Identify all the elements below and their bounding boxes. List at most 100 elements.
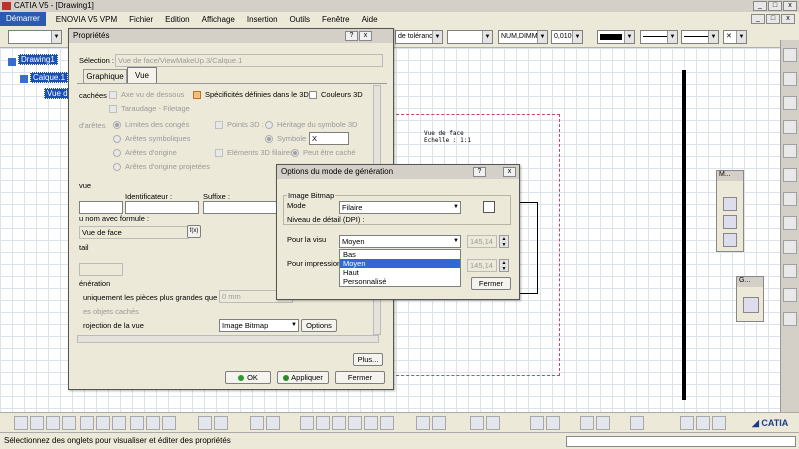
ok-button[interactable]: OK bbox=[225, 371, 271, 384]
symbole-radio[interactable] bbox=[265, 135, 273, 143]
limites-radio[interactable] bbox=[113, 121, 121, 129]
nom-field[interactable]: Vue de face bbox=[79, 226, 189, 239]
menu-outils[interactable]: Outils bbox=[284, 15, 316, 24]
peut-etre-radio[interactable] bbox=[291, 149, 299, 157]
save-icon[interactable] bbox=[46, 416, 60, 430]
symbole-combo[interactable]: X bbox=[309, 132, 349, 145]
tree-item-drawing[interactable]: Drawing1 bbox=[18, 54, 58, 65]
m-tool-icon-3[interactable] bbox=[723, 233, 737, 247]
undo-icon[interactable] bbox=[130, 416, 144, 430]
symbol-icon[interactable] bbox=[596, 416, 610, 430]
identificateur-field[interactable] bbox=[125, 201, 199, 214]
aretes-origine-radio[interactable] bbox=[113, 149, 121, 157]
tool-icon-1[interactable] bbox=[783, 48, 797, 62]
option-haut[interactable]: Haut bbox=[340, 268, 460, 277]
menu-fenetre[interactable]: Fenêtre bbox=[316, 15, 356, 24]
linetype-combo[interactable]: ▼ bbox=[640, 30, 678, 44]
tool-icon-4[interactable] bbox=[783, 120, 797, 134]
menu-enovia[interactable]: ENOVIA V5 VPM bbox=[50, 15, 123, 24]
tool-icon-2[interactable] bbox=[783, 72, 797, 86]
apply-button[interactable]: Appliquer bbox=[277, 371, 329, 384]
heritage-radio[interactable] bbox=[265, 121, 273, 129]
tool-icon-10[interactable] bbox=[783, 264, 797, 278]
menu-insertion[interactable]: Insertion bbox=[241, 15, 284, 24]
mdi-restore-button[interactable]: □ bbox=[766, 14, 780, 24]
mdi-minimize-button[interactable]: _ bbox=[751, 14, 765, 24]
paste-icon[interactable] bbox=[112, 416, 126, 430]
zoom-out-icon[interactable] bbox=[380, 416, 394, 430]
prefix-field[interactable] bbox=[79, 201, 123, 214]
precision-combo[interactable]: 0,010C ▼ bbox=[551, 30, 583, 44]
projection-combo[interactable]: Image Bitmap ▼ bbox=[219, 319, 299, 332]
option-moyen[interactable]: Moyen bbox=[340, 259, 460, 268]
menu-fichier[interactable]: Fichier bbox=[123, 15, 159, 24]
catalog-icon[interactable] bbox=[712, 416, 726, 430]
mdi-close-button[interactable]: x bbox=[781, 14, 795, 24]
tool-icon-5[interactable] bbox=[783, 144, 797, 158]
maximize-button[interactable]: □ bbox=[768, 1, 782, 11]
grid-icon[interactable] bbox=[300, 416, 314, 430]
properties-close-x-button[interactable]: x bbox=[359, 31, 372, 41]
option-personnalise[interactable]: Personnalisé bbox=[340, 277, 460, 286]
menu-aide[interactable]: Aide bbox=[356, 15, 384, 24]
open-file-icon[interactable] bbox=[30, 416, 44, 430]
couleurs-checkbox[interactable] bbox=[309, 91, 317, 99]
minimize-button[interactable]: _ bbox=[753, 1, 767, 11]
tree-item-calque[interactable]: Calque.1 bbox=[30, 72, 69, 83]
tab-vue[interactable]: Vue bbox=[127, 67, 157, 83]
filter-icon[interactable] bbox=[266, 416, 280, 430]
options-help-button[interactable]: ? bbox=[473, 167, 486, 177]
tool-icon-6[interactable] bbox=[783, 168, 797, 182]
impression-dpi-spinner[interactable]: ▲ ▼ bbox=[499, 259, 509, 272]
format-combo[interactable]: ▼ bbox=[447, 30, 493, 44]
command-input[interactable] bbox=[566, 436, 796, 447]
hide-show-icon[interactable] bbox=[432, 416, 446, 430]
tool-icon-3[interactable] bbox=[783, 96, 797, 110]
formula-button[interactable]: f(x) bbox=[187, 225, 201, 238]
visu-dpi-field[interactable]: 145,14 bbox=[467, 235, 497, 248]
tool-icon-11[interactable] bbox=[783, 288, 797, 302]
cut-icon[interactable] bbox=[80, 416, 94, 430]
color-combo[interactable]: ▼ bbox=[597, 30, 635, 44]
visu-combo[interactable]: Moyen ▼ bbox=[339, 235, 461, 248]
fermer-button[interactable]: Fermer bbox=[335, 371, 385, 384]
menu-affichage[interactable]: Affichage bbox=[196, 15, 241, 24]
option-bas[interactable]: Bas bbox=[340, 250, 460, 259]
impression-dpi-field[interactable]: 145,14 bbox=[467, 259, 497, 272]
analysis-icon[interactable] bbox=[332, 416, 346, 430]
properties-help-button[interactable]: ? bbox=[345, 31, 358, 41]
m-tool-icon-1[interactable] bbox=[723, 197, 737, 211]
tab-graphique[interactable]: Graphique bbox=[83, 69, 127, 83]
pan-icon[interactable] bbox=[348, 416, 362, 430]
horizontal-scrollbar[interactable] bbox=[77, 335, 379, 343]
tolerance-combo[interactable]: de tolérance ▼ bbox=[395, 30, 443, 44]
elements3d-checkbox[interactable] bbox=[215, 149, 223, 157]
table-icon[interactable] bbox=[250, 416, 264, 430]
sketch-icon[interactable] bbox=[530, 416, 544, 430]
print-icon[interactable] bbox=[62, 416, 76, 430]
annotation-icon[interactable] bbox=[580, 416, 594, 430]
pattern-combo[interactable]: ✕ ▼ bbox=[723, 30, 747, 44]
aretes-symb-radio[interactable] bbox=[113, 135, 121, 143]
snap-icon[interactable] bbox=[316, 416, 330, 430]
style-combo[interactable]: ▼ bbox=[8, 30, 62, 44]
thickness-combo[interactable]: ▼ bbox=[681, 30, 719, 44]
visu-dpi-spinner[interactable]: ▲ ▼ bbox=[499, 235, 509, 248]
g-tool-icon[interactable] bbox=[743, 297, 759, 313]
redo-icon[interactable] bbox=[146, 416, 160, 430]
zoom-in-icon[interactable] bbox=[364, 416, 378, 430]
taraudage-checkbox[interactable] bbox=[109, 105, 117, 113]
mode-combo[interactable]: Filaire ▼ bbox=[339, 201, 461, 214]
aretes-orig-proj-radio[interactable] bbox=[113, 163, 121, 171]
help-pointer-icon[interactable] bbox=[162, 416, 176, 430]
highlight-icon[interactable] bbox=[486, 416, 500, 430]
close-button[interactable]: x bbox=[783, 1, 797, 11]
m-tool-icon-2[interactable] bbox=[723, 215, 737, 229]
dimension-icon[interactable] bbox=[546, 416, 560, 430]
start-menu[interactable]: Démarrer bbox=[0, 12, 46, 26]
new-file-icon[interactable] bbox=[14, 416, 28, 430]
material-icon[interactable] bbox=[696, 416, 710, 430]
options-button[interactable]: Options bbox=[301, 319, 337, 332]
suffixe-field[interactable] bbox=[203, 201, 277, 214]
numeric-combo[interactable]: NUM,DIMM ▼ bbox=[498, 30, 548, 44]
